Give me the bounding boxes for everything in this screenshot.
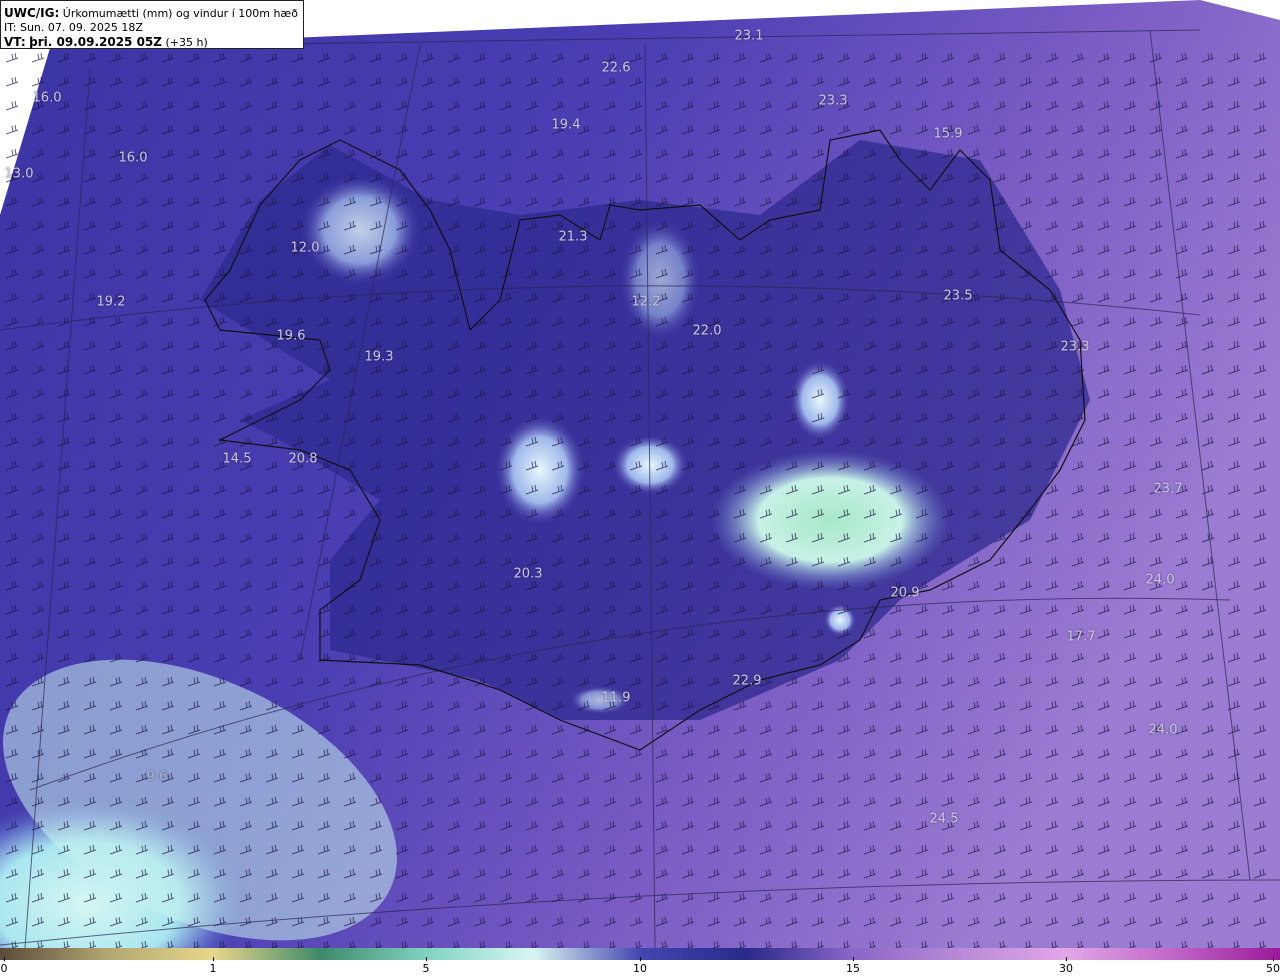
wind-barbs [0, 40, 1280, 948]
value-label: 19.2 [96, 294, 126, 310]
value-label: 22.6 [601, 60, 631, 76]
value-label: 22.9 [732, 673, 762, 689]
value-label: 21.3 [558, 229, 588, 245]
value-label: 19.3 [364, 349, 394, 365]
value-label: 20.9 [890, 585, 920, 601]
value-label: 12.2 [631, 294, 661, 310]
value-label: 23.3 [818, 93, 848, 109]
colorbar-tickmark [1066, 957, 1067, 961]
value-label: 23.7 [1153, 481, 1183, 497]
colorbar-tick-label: 1 [209, 962, 217, 975]
title-box: UWC/IG: Úrkomumætti (mm) og vindur í 100… [0, 0, 304, 49]
value-label: 24.0 [1148, 722, 1178, 738]
value-label: 16.0 [118, 150, 148, 166]
value-label: 19.6 [276, 328, 306, 344]
value-label: 19.4 [551, 117, 581, 133]
colorbar-tick-label: 10 [633, 962, 647, 975]
source-label: UWC/IG: [4, 6, 60, 20]
colorbar-tick-label: 15 [846, 962, 860, 975]
value-label: 9.6 [146, 769, 168, 785]
colorbar-tick-label: 5 [422, 962, 430, 975]
value-label: 22.0 [692, 323, 722, 339]
value-label: 12.0 [290, 240, 320, 256]
map-title: Úrkomumætti (mm) og vindur í 100m hæð [62, 7, 298, 20]
colorbar-tick-label: 30 [1059, 962, 1073, 975]
valid-time-label: VT: [4, 35, 26, 49]
colorbar-tick-label: 50 [1266, 962, 1280, 975]
colorbar-tickmark [4, 957, 5, 961]
precipitation-wind-map [0, 0, 1280, 948]
lead-time: (+35 h) [165, 36, 208, 49]
value-label: 20.8 [288, 451, 318, 467]
value-label: 13.0 [4, 166, 34, 182]
colorbar-tick-label: 0 [0, 962, 8, 975]
value-label: 11.9 [601, 690, 631, 706]
value-label: 14.5 [222, 451, 252, 467]
value-label: 23.3 [1060, 339, 1090, 355]
colorbar-tickmark [853, 957, 854, 961]
value-label: 15.9 [933, 126, 963, 142]
colorbar-tickmark [213, 957, 214, 961]
value-label: 20.3 [513, 566, 543, 582]
colorbar-tickmark [1273, 957, 1274, 961]
value-label: 23.5 [943, 288, 973, 304]
value-label: 16.0 [32, 90, 62, 106]
colorbar-tickmark [640, 957, 641, 961]
init-time: IT: Sun. 07. 09. 2025 18Z [4, 21, 143, 34]
value-label: 17.7 [1066, 629, 1096, 645]
colorbar-tickmark [426, 957, 427, 961]
valid-time: þri. 09.09.2025 05Z [29, 35, 162, 49]
map-svg [0, 0, 1280, 948]
value-label: 24.0 [1145, 572, 1175, 588]
value-label: 23.1 [734, 28, 764, 44]
value-label: 24.5 [929, 811, 959, 827]
